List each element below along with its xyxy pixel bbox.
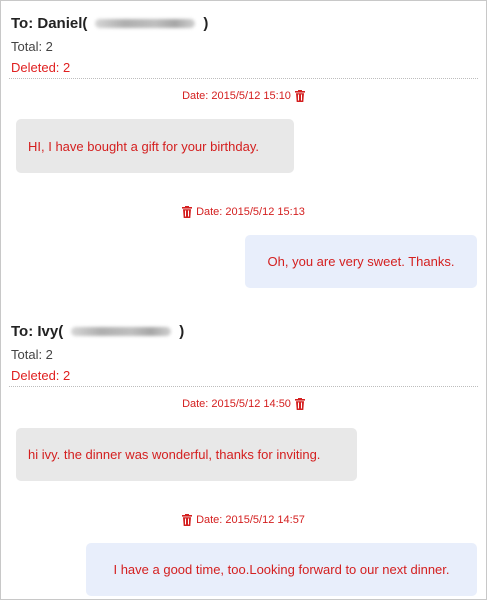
deleted-count: Deleted: 2	[11, 60, 71, 75]
message-date-row: Date: 2015/5/12 15:13	[1, 206, 486, 218]
message-text: Oh, you are very sweet. Thanks.	[267, 254, 455, 269]
message-date: Date: 2015/5/12 15:13	[196, 206, 305, 218]
message-text: I have a good time, too.Looking forward …	[113, 562, 450, 577]
trash-icon[interactable]	[294, 398, 305, 410]
redacted-phone-number	[71, 327, 172, 336]
outgoing-message-bubble: I have a good time, too.Looking forward …	[86, 543, 477, 596]
incoming-message-bubble: hi ivy. the dinner was wonderful, thanks…	[16, 428, 357, 481]
message-date-row: Date: 2015/5/12 14:57	[1, 514, 486, 526]
recipient-label-close: )	[179, 323, 185, 340]
message-text: hi ivy. the dinner was wonderful, thanks…	[28, 447, 321, 462]
divider	[9, 78, 478, 79]
recipient-label: To: Daniel(	[11, 15, 88, 32]
message-date: Date: 2015/5/12 14:57	[196, 514, 305, 526]
deleted-count: Deleted: 2	[11, 368, 71, 383]
incoming-message-bubble: HI, I have bought a gift for your birthd…	[16, 119, 294, 173]
message-date: Date: 2015/5/12 15:10	[182, 90, 291, 102]
recipient-label: To: Ivy(	[11, 323, 64, 340]
conversation-title: To: Daniel( )	[11, 15, 208, 32]
redacted-phone-number	[95, 19, 196, 28]
trash-icon[interactable]	[294, 90, 305, 102]
message-date-row: Date: 2015/5/12 15:10	[1, 90, 486, 102]
total-count: Total: 2	[11, 347, 53, 362]
outgoing-message-bubble: Oh, you are very sweet. Thanks.	[245, 235, 477, 288]
trash-icon[interactable]	[182, 514, 193, 526]
message-log-panel: To: Daniel( ) Total: 2 Deleted: 2 Date: …	[0, 0, 487, 600]
message-date: Date: 2015/5/12 14:50	[182, 398, 291, 410]
conversation-title: To: Ivy( )	[11, 323, 184, 340]
total-count: Total: 2	[11, 39, 53, 54]
trash-icon[interactable]	[182, 206, 193, 218]
message-date-row: Date: 2015/5/12 14:50	[1, 398, 486, 410]
recipient-label-close: )	[203, 15, 209, 32]
divider	[9, 386, 478, 387]
message-text: HI, I have bought a gift for your birthd…	[28, 138, 259, 154]
